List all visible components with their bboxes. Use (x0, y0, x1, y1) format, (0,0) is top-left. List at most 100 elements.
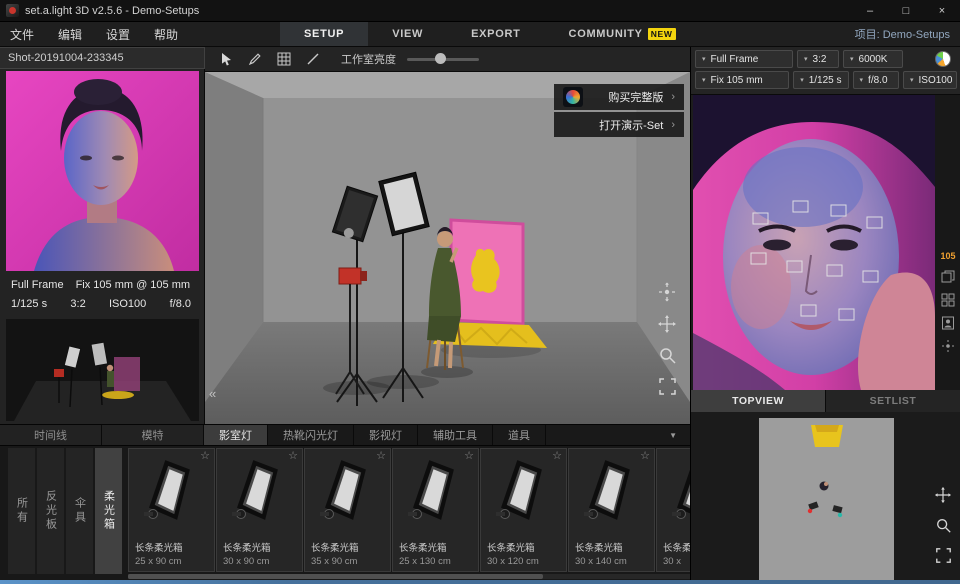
library-item[interactable]: ☆ 长条柔光箱 35 x 90 cm (304, 448, 391, 572)
portrait-frame-icon[interactable] (941, 316, 955, 330)
pen-tool-icon[interactable] (246, 50, 264, 68)
group-all[interactable]: 所有 (8, 448, 35, 574)
buy-full-version-label: 购买完整版 (608, 89, 663, 105)
select-cursor-icon[interactable] (217, 50, 235, 68)
frames-icon[interactable] (941, 270, 955, 284)
tab-topview[interactable]: TOPVIEW (691, 390, 826, 412)
menu-file[interactable]: 文件 (10, 26, 34, 43)
maximize-button[interactable]: □ (888, 0, 924, 21)
caret-down-icon: ▾ (702, 55, 706, 63)
shutter-dropdown[interactable]: ▾ 1/125 s (793, 71, 848, 89)
center-area: 工作室亮度 (205, 47, 690, 424)
shot-preview-image (6, 71, 199, 271)
left-panel: Shot-20191004-233345 (0, 47, 205, 424)
shot-name: Shot-20191004-233345 (8, 52, 124, 64)
brightness-slider-thumb[interactable] (435, 53, 446, 64)
grid-toggle-icon[interactable] (275, 50, 293, 68)
tab-timeline[interactable]: 时间线 (0, 425, 102, 445)
tab-setup[interactable]: SETUP (280, 22, 368, 46)
app-window: set.a.light 3D v2.5.6 - Demo-Setups – □ … (0, 0, 960, 584)
aperture-dropdown[interactable]: ▾ f/8.0 (853, 71, 899, 89)
group-umbrellas[interactable]: 伞具 (66, 448, 93, 574)
fit-view-icon[interactable] (658, 377, 677, 396)
caret-down-icon: ▾ (804, 55, 808, 63)
softbox-image (227, 458, 291, 529)
menu-help[interactable]: 帮助 (154, 26, 178, 43)
library-item[interactable]: ☆ 长条柔光箱 30 x 120 cm (480, 448, 567, 572)
library-item[interactable]: ☆ 长条柔光箱 25 x 90 cm (128, 448, 215, 572)
menubar: 文件 编辑 设置 帮助 SETUP VIEW EXPORT COMMUNITY … (0, 22, 960, 47)
library-item[interactable]: ☆ 长条柔光箱 30 x (656, 448, 690, 572)
tab-helper-tools[interactable]: 辅助工具 (418, 425, 493, 445)
softbox-image (403, 458, 467, 529)
tab-view[interactable]: VIEW (368, 22, 447, 46)
info-lens: Fix 105 mm @ 105 mm (76, 279, 190, 291)
titlebar: set.a.light 3D v2.5.6 - Demo-Setups – □ … (0, 0, 960, 22)
library-items: ☆ 长条柔光箱 25 x 90 cm ☆ 长条柔光箱 30 x 90 cm ☆ (128, 448, 690, 574)
info-aperture: f/8.0 (170, 298, 191, 310)
zoom-icon[interactable] (658, 346, 677, 365)
tab-props[interactable]: 道具 (493, 425, 546, 445)
aspect-ratio-dropdown[interactable]: ▾ 3:2 (797, 50, 839, 68)
library-scrollbar[interactable] (128, 574, 690, 579)
tab-speedlights[interactable]: 热靴闪光灯 (268, 425, 354, 445)
taskbar-edge (0, 580, 960, 584)
buy-full-version-button[interactable]: 购买完整版 › (554, 84, 684, 110)
library-item[interactable]: ☆ 长条柔光箱 25 x 130 cm (392, 448, 479, 572)
white-balance-icon[interactable] (935, 51, 951, 67)
softbox-image (579, 458, 643, 529)
open-demo-set-button[interactable]: 打开演示-Set › (554, 112, 684, 137)
zoom-icon[interactable] (935, 517, 952, 534)
close-button[interactable]: × (924, 0, 960, 21)
scene-thumbnail (6, 319, 199, 421)
studio-3d-viewport[interactable]: 购买完整版 › 打开演示-Set › (205, 72, 690, 424)
fit-view-icon[interactable] (935, 547, 952, 564)
softbox-image (315, 458, 379, 529)
collapse-panel-button[interactable]: « (209, 386, 216, 401)
project-label: 项目: Demo-Setups (855, 26, 960, 42)
lens-dropdown[interactable]: ▾ Fix 105 mm (695, 71, 789, 89)
menu-items: 文件 编辑 设置 帮助 (0, 22, 280, 46)
pan-move-icon[interactable] (934, 486, 952, 504)
info-format: Full Frame (11, 279, 64, 291)
bottom-tabstrip: 时间线 模特 影室灯 热靴闪光灯 影视灯 辅助工具 道具 ▼ (0, 424, 690, 446)
tab-export[interactable]: EXPORT (447, 22, 544, 46)
info-shutter: 1/125 s (11, 298, 47, 310)
shot-name-bar[interactable]: Shot-20191004-233345 (0, 47, 205, 69)
menu-settings[interactable]: 设置 (106, 26, 130, 43)
menu-edit[interactable]: 编辑 (58, 26, 82, 43)
topview-canvas[interactable] (691, 412, 960, 584)
brightness-slider[interactable] (407, 50, 479, 68)
tab-studio-lights[interactable]: 影室灯 (204, 425, 268, 445)
tab-video-lights[interactable]: 影视灯 (354, 425, 418, 445)
tab-setlist[interactable]: SETLIST (826, 390, 960, 412)
group-reflectors[interactable]: 反光板 (37, 448, 64, 574)
promo-buttons: 购买完整版 › 打开演示-Set › (554, 84, 684, 137)
view-tabs: TOPVIEW SETLIST (691, 390, 960, 412)
caret-down-icon: ▾ (702, 76, 706, 84)
tab-community[interactable]: COMMUNITY NEW (545, 22, 700, 46)
caret-down-icon: ▾ (860, 76, 864, 84)
library-item[interactable]: ☆ 长条柔光箱 30 x 140 cm (568, 448, 655, 572)
viewport-toolbar: 工作室亮度 (205, 47, 690, 72)
orbit-dot-icon[interactable] (941, 339, 955, 353)
pan-move-icon[interactable] (657, 314, 677, 334)
minimize-button[interactable]: – (852, 0, 888, 21)
caret-down-icon: ▾ (910, 76, 914, 84)
info-aspect: 3:2 (70, 298, 85, 310)
equipment-library: 所有 反光板 伞具 柔光箱 ☆ 长条柔光箱 25 x 90 cm ☆ 长条柔光箱… (0, 446, 690, 580)
tab-model[interactable]: 模特 (102, 425, 204, 445)
library-item[interactable]: ☆ 长条柔光箱 30 x 90 cm (216, 448, 303, 572)
measure-line-icon[interactable] (304, 50, 322, 68)
info-iso: ISO100 (109, 298, 146, 310)
camera-side-strip: 105 (935, 95, 960, 390)
sensor-format-dropdown[interactable]: ▾ Full Frame (695, 50, 793, 68)
white-balance-dropdown[interactable]: ▾ 6000K (843, 50, 903, 68)
group-softboxes[interactable]: 柔光箱 (95, 448, 122, 574)
orbit-icon[interactable] (657, 282, 677, 302)
library-scrollbar-thumb[interactable] (128, 574, 543, 579)
window-controls: – □ × (852, 0, 960, 21)
chevron-down-icon[interactable]: ▼ (669, 425, 690, 445)
grid-icon[interactable] (941, 293, 955, 307)
iso-dropdown[interactable]: ▾ ISO100 (903, 71, 957, 89)
